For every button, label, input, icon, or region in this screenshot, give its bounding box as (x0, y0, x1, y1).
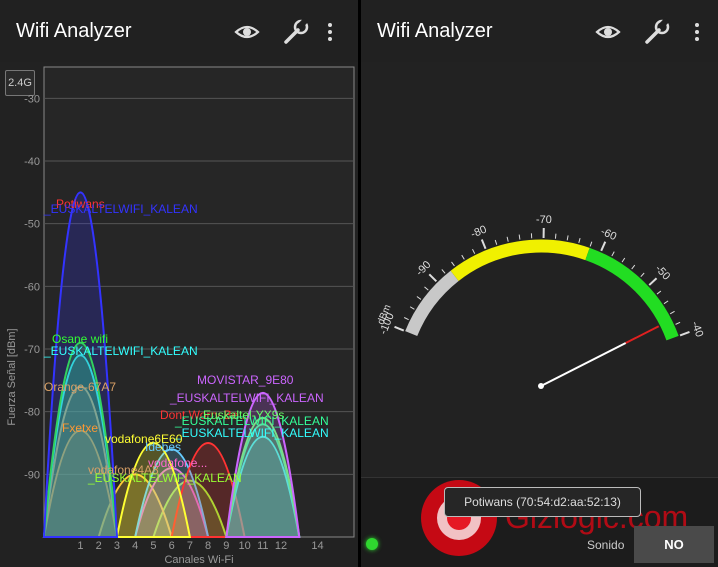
y-tick-label: -80 (24, 407, 40, 419)
gauge-tick (600, 241, 607, 252)
x-tick-label: 3 (114, 540, 120, 552)
gauge-tick (611, 251, 615, 257)
x-tick-label: 9 (223, 540, 229, 552)
x-tick-label: 12 (275, 540, 287, 552)
y-tick-label: -90 (24, 469, 40, 481)
gauge-tick (461, 254, 465, 260)
gauge-tick (566, 235, 569, 241)
sound-label: Sonido (587, 538, 625, 552)
sound-toggle-button[interactable]: NO (634, 526, 714, 563)
gauge-tick (424, 286, 429, 291)
x-tick-label: 8 (205, 540, 211, 552)
gauge-tick-label: -80 (469, 224, 488, 241)
gauge-tick (416, 296, 422, 300)
app-bar: Wifi Analyzer (361, 0, 718, 62)
app-title: Wifi Analyzer (16, 20, 132, 42)
gauge-tick (621, 257, 626, 263)
gauge-tick (518, 234, 521, 240)
gauge-tick (669, 310, 675, 315)
gauge-ticks: -100-90-80-70-60-50-40dBm (376, 214, 706, 339)
gauge-tick (656, 290, 662, 295)
gauge-tick-label: -40 (689, 320, 706, 339)
needle-shaft (540, 342, 627, 387)
gauge-tick (675, 321, 681, 325)
x-tick-label: 2 (96, 540, 102, 552)
x-tick-label: 14 (311, 540, 323, 552)
needle-pivot (538, 383, 544, 389)
gauge-tick (472, 248, 476, 254)
gauge-tick (428, 273, 438, 283)
gauge-tick-label: -60 (599, 226, 618, 243)
app-bar: Wifi Analyzer (0, 0, 358, 62)
gauge-needle (538, 325, 660, 389)
network-label: Idebes (145, 440, 181, 454)
x-tick-label: 7 (187, 540, 193, 552)
app-title: Wifi Analyzer (377, 20, 493, 42)
y-axis-label: Fuerza Señal [dBm] (6, 328, 18, 425)
gauge-tick (631, 264, 636, 270)
wrench-icon[interactable] (643, 18, 671, 46)
network-label: _EUSKALTELWIFI_KALEAN (174, 426, 329, 440)
y-tick-label: -70 (24, 344, 40, 356)
meter-pane: Wifi Analyzer -100 -90 -80 -70 -60 -50 -40 dBm … (361, 0, 718, 567)
needle-tip (625, 325, 660, 344)
gauge-tick (648, 277, 658, 286)
more-options-icon[interactable] (691, 18, 703, 46)
wrench-icon[interactable] (282, 18, 310, 46)
x-tick-label: 6 (169, 540, 175, 552)
x-tick-label: 10 (238, 540, 250, 552)
eye-icon[interactable] (233, 18, 261, 46)
more-options-icon[interactable] (324, 18, 336, 46)
x-tick-label: 1 (77, 540, 83, 552)
status-indicator (366, 538, 378, 550)
network-label: MOVISTAR_9E80 (197, 373, 294, 387)
x-tick-label: 5 (150, 540, 156, 552)
gauge-tick-label: -70 (536, 214, 552, 226)
signal-gauge: -100-90-80-70-60-50-40dBm (376, 214, 706, 389)
gauge-tick (451, 261, 455, 267)
eye-icon[interactable] (594, 18, 622, 46)
gauge-zone (405, 270, 459, 337)
gauge-tick (480, 239, 487, 250)
gauge-tick (578, 237, 581, 244)
network-label: _EUSKALTELWIFI_KALEAN (43, 344, 198, 358)
y-tick-label: -50 (24, 219, 40, 231)
gauge-tick (663, 300, 669, 305)
network-label: Orange-67A7 (44, 380, 116, 394)
signal-chart: -30-40-50-60-70-80-901 2 3 4 5 6 7 8 9 10 11 12 14 P… (6, 66, 355, 566)
gauge-tick (640, 272, 645, 278)
y-tick-label: -60 (24, 281, 40, 293)
x-tick-label: 11 (257, 540, 268, 552)
gauge-zones (405, 239, 679, 341)
graph-pane: Wifi Analyzer 2.4G -30 -40 -50 -60 -70 -80 -90… (0, 0, 358, 567)
gauge-tick (589, 241, 593, 247)
gauge-tick (403, 317, 409, 321)
network-label: _EUSKALTELWIFI_KALEAN (169, 391, 324, 405)
x-tick-label: 4 (132, 540, 138, 552)
selected-network-button[interactable]: Potiwans (70:54:d2:aa:52:13) (444, 487, 641, 517)
y-tick-label: -40 (24, 156, 40, 168)
gauge-tick (409, 306, 415, 310)
gauge-tick (441, 269, 446, 274)
y-tick-label: -30 (24, 93, 40, 105)
network-label: vodafone... (148, 456, 207, 470)
network-label: _EUSKALTELWIFI_KALEAN (43, 202, 198, 216)
gauge-tick (494, 239, 498, 245)
gauge-tick (679, 331, 690, 337)
gauge-tick (506, 236, 509, 242)
gauge-zone (450, 239, 590, 281)
gauge-tick (394, 325, 405, 332)
network-label: _EUSKALTELWIFI_KALEAN (87, 471, 242, 485)
network-label: Fxetxe (62, 421, 98, 435)
x-axis-label: Canales Wi-Fi (164, 554, 233, 566)
